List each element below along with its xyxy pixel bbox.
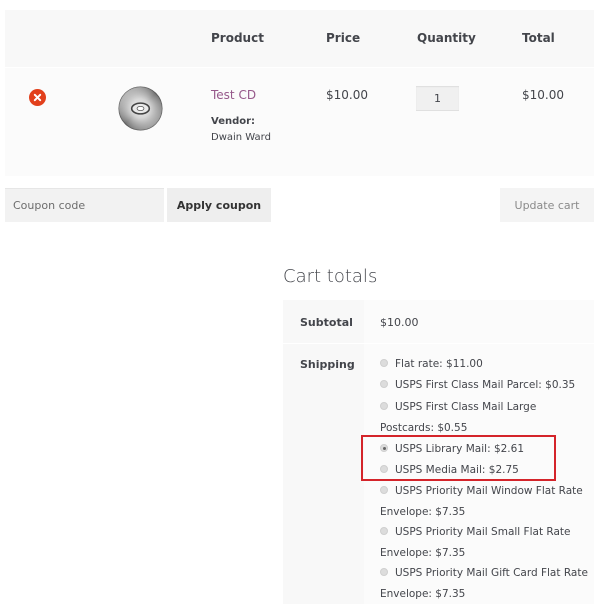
coupon-code-input[interactable]: [5, 188, 164, 222]
header-quantity: Quantity: [417, 31, 476, 45]
shipping-option-usps-priority-small-flat-rate[interactable]: USPS Priority Mail Small Flat Rate Envel…: [380, 522, 588, 564]
radio-button-selected[interactable]: [380, 444, 388, 452]
shipping-option-label-cont: Envelope: $7.35: [380, 588, 466, 600]
radio-button[interactable]: [380, 465, 388, 473]
shipping-option-label-cont: Envelope: $7.35: [380, 506, 466, 518]
shipping-option-usps-first-class-parcel[interactable]: USPS First Class Mail Parcel: $0.35: [380, 375, 588, 396]
apply-coupon-button[interactable]: Apply coupon: [167, 188, 271, 222]
radio-button[interactable]: [380, 380, 388, 388]
cart-totals-title: Cart totals: [283, 266, 378, 287]
shipping-option-usps-first-class-large-postcards[interactable]: USPS First Class Mail Large Postcards: $…: [380, 397, 588, 439]
cart-item-row: [5, 68, 594, 176]
cart-page: Product Price Quantity Total Test CD Ven…: [0, 0, 604, 604]
radio-button[interactable]: [380, 486, 388, 494]
shipping-option-usps-media-mail[interactable]: USPS Media Mail: $2.75: [380, 460, 588, 481]
shipping-option-usps-priority-gift-card-flat-rate[interactable]: USPS Priority Mail Gift Card Flat Rate E…: [380, 563, 588, 604]
totals-row-divider: [283, 343, 594, 344]
vendor-name: Dwain Ward: [211, 132, 271, 143]
subtotal-value: $10.00: [380, 316, 419, 329]
header-price: Price: [326, 31, 361, 45]
shipping-option-label: USPS Priority Mail Gift Card Flat Rate: [395, 567, 588, 579]
item-total: $10.00: [522, 88, 564, 102]
vendor-label: Vendor:: [211, 116, 256, 127]
product-link[interactable]: Test CD: [211, 88, 256, 102]
remove-item-button[interactable]: [29, 89, 46, 106]
shipping-option-label: USPS First Class Mail Large: [395, 401, 537, 413]
shipping-option-label: Flat rate: $11.00: [395, 358, 483, 370]
cd-disc-icon[interactable]: [117, 85, 164, 132]
shipping-option-flat-rate[interactable]: Flat rate: $11.00: [380, 354, 588, 375]
cart-table-header: [5, 10, 594, 67]
shipping-label: Shipping: [300, 358, 355, 371]
header-total: Total: [522, 31, 555, 45]
remove-x-icon: [33, 93, 42, 102]
radio-button[interactable]: [380, 527, 388, 535]
shipping-option-label: USPS Media Mail: $2.75: [395, 464, 519, 476]
cart-totals-label-column: [283, 300, 364, 604]
radio-button[interactable]: [380, 568, 388, 576]
shipping-option-usps-library-mail[interactable]: USPS Library Mail: $2.61: [380, 439, 588, 460]
shipping-option-label: USPS Library Mail: $2.61: [395, 443, 524, 455]
radio-button[interactable]: [380, 359, 388, 367]
header-product: Product: [211, 31, 264, 45]
shipping-option-label: USPS First Class Mail Parcel: $0.35: [395, 379, 576, 391]
shipping-option-label-cont: Envelope: $7.35: [380, 547, 466, 559]
item-price: $10.00: [326, 88, 368, 102]
shipping-option-usps-priority-window-flat-rate[interactable]: USPS Priority Mail Window Flat Rate Enve…: [380, 481, 588, 523]
quantity-input[interactable]: [416, 86, 459, 111]
shipping-option-label: USPS Priority Mail Window Flat Rate: [395, 485, 583, 497]
shipping-option-label: USPS Priority Mail Small Flat Rate: [395, 526, 571, 538]
subtotal-label: Subtotal: [300, 316, 353, 329]
radio-button[interactable]: [380, 402, 388, 410]
update-cart-button[interactable]: Update cart: [500, 188, 594, 222]
shipping-option-label-cont: Postcards: $0.55: [380, 422, 468, 434]
